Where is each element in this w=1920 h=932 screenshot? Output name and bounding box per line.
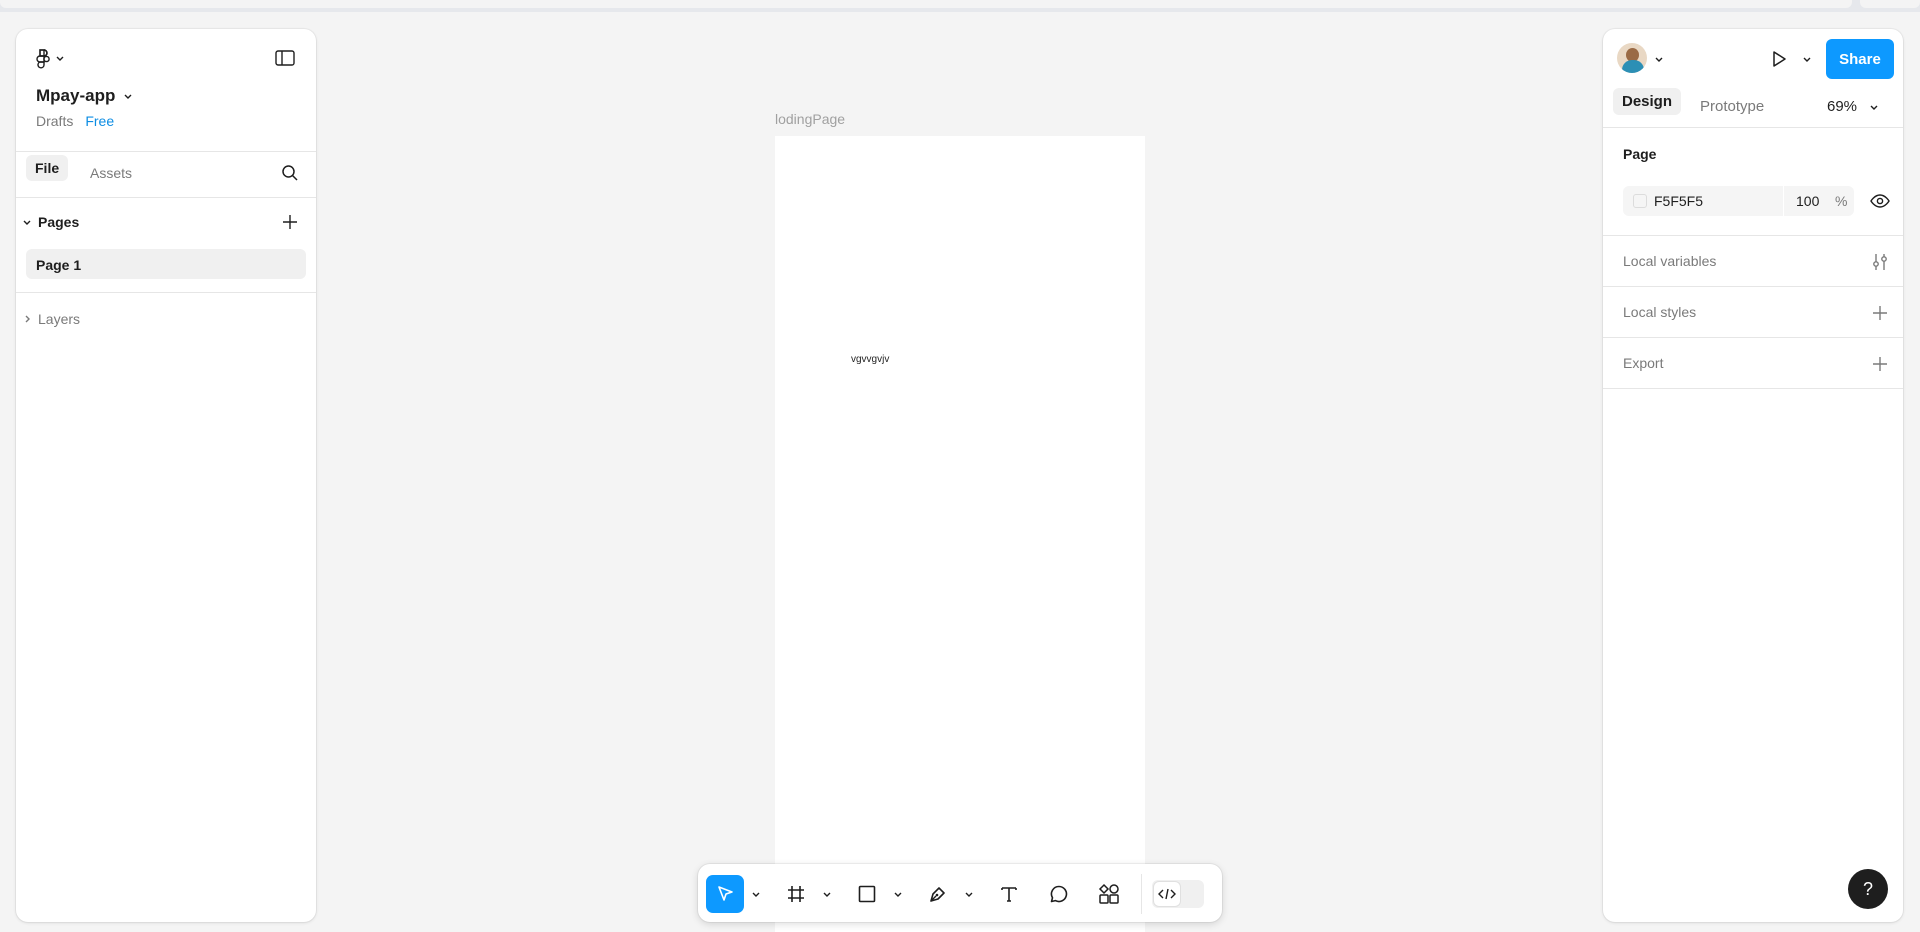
bottom-toolbar	[698, 864, 1222, 922]
chevron-down-icon	[1869, 102, 1879, 112]
variables-adjust-icon[interactable]	[1869, 251, 1891, 273]
left-sidebar: Mpay-app Drafts Free File Assets Pages P…	[16, 29, 316, 922]
chevron-down-icon	[1803, 57, 1811, 62]
chevron-right-icon	[22, 314, 32, 324]
tab-assets-label: Assets	[90, 165, 133, 181]
frame-tool-button[interactable]	[777, 875, 815, 913]
move-cursor-icon	[718, 886, 733, 901]
divider	[1603, 286, 1903, 287]
dev-mode-toggle[interactable]	[1152, 880, 1204, 908]
dev-mode-icon	[1154, 882, 1180, 906]
move-tool-button[interactable]	[706, 875, 744, 913]
pen-tool-button[interactable]	[919, 875, 957, 913]
toolbar-divider	[1141, 874, 1142, 914]
top-strip-segment	[1860, 0, 1920, 8]
actions-icon	[1098, 883, 1119, 904]
chevron-down-icon	[823, 892, 831, 897]
search-icon[interactable]	[279, 162, 301, 184]
add-export-button[interactable]	[1869, 353, 1891, 375]
file-name: Mpay-app	[36, 86, 116, 105]
page-fill-field[interactable]: F5F5F5 100 %	[1623, 186, 1854, 216]
chevron-down-icon	[752, 892, 760, 897]
plan-badge[interactable]: Free	[85, 113, 114, 129]
pages-title: Pages	[38, 214, 80, 230]
chevron-down-icon	[22, 217, 32, 227]
tab-assets[interactable]: Assets	[90, 165, 132, 183]
shape-tool-dropdown[interactable]	[892, 888, 904, 900]
export-label[interactable]: Export	[1623, 355, 1663, 371]
layers-section-header[interactable]: Layers	[22, 311, 80, 327]
local-variables-label[interactable]: Local variables	[1623, 253, 1716, 269]
fill-hex-value[interactable]: F5F5F5	[1654, 193, 1703, 209]
chevron-down-icon	[965, 892, 973, 897]
rectangle-icon	[858, 885, 876, 903]
frame-tool-dropdown[interactable]	[821, 888, 833, 900]
avatar-body	[1622, 60, 1644, 73]
divider	[16, 292, 316, 293]
chevron-down-icon	[894, 892, 902, 897]
text-tool-button[interactable]	[990, 875, 1028, 913]
tab-design[interactable]: Design	[1613, 88, 1682, 115]
visibility-toggle[interactable]	[1868, 189, 1892, 213]
pen-icon	[930, 887, 945, 902]
comment-icon	[1050, 885, 1068, 903]
opacity-unit: %	[1835, 193, 1848, 209]
divider	[16, 151, 316, 152]
divider	[1603, 337, 1903, 338]
move-tool-dropdown[interactable]	[750, 888, 762, 900]
color-swatch[interactable]	[1633, 194, 1647, 208]
tab-design-label: Design	[1613, 88, 1682, 115]
frame-name-label[interactable]: lodingPage	[775, 111, 845, 127]
present-dropdown[interactable]	[1801, 53, 1813, 65]
comment-tool-button[interactable]	[1040, 875, 1078, 913]
present-button[interactable]	[1767, 47, 1791, 71]
zoom-menu[interactable]: 69%	[1827, 98, 1879, 115]
play-icon	[1773, 51, 1786, 67]
help-button[interactable]: ?	[1848, 869, 1888, 909]
page-section-title: Page	[1623, 146, 1657, 162]
plus-icon	[1873, 357, 1887, 371]
eye-icon	[1870, 194, 1890, 208]
share-button[interactable]: Share	[1826, 39, 1894, 79]
tab-prototype[interactable]: Prototype	[1700, 98, 1764, 116]
right-sidebar: Share Design Prototype 69% Page F5F5F5 1…	[1603, 29, 1903, 922]
divider	[1603, 127, 1903, 128]
tab-file[interactable]: File	[26, 155, 69, 181]
canvas-frame[interactable]: vgvvgvjv	[775, 136, 1145, 932]
figma-logo-icon	[36, 49, 64, 69]
pages-section-header[interactable]: Pages	[22, 214, 79, 230]
frame-text-layer[interactable]: vgvvgvjv	[851, 354, 889, 365]
file-name-menu[interactable]: Mpay-app	[36, 86, 133, 106]
zoom-level: 69%	[1827, 98, 1858, 115]
local-styles-label[interactable]: Local styles	[1623, 304, 1696, 320]
page-list-item[interactable]: Page 1	[26, 249, 306, 279]
text-icon	[1001, 887, 1017, 902]
avatar[interactable]	[1617, 43, 1647, 73]
top-strip-segment	[0, 0, 1852, 8]
tab-prototype-label: Prototype	[1700, 98, 1765, 115]
chevron-down-icon	[123, 91, 133, 101]
shape-tool-button[interactable]	[848, 875, 886, 913]
frame-hash-icon	[788, 886, 804, 902]
main-menu-button[interactable]	[34, 47, 68, 69]
actions-tool-button[interactable]	[1090, 875, 1128, 913]
file-location-row: Drafts Free	[36, 113, 114, 129]
divider	[1603, 235, 1903, 236]
plus-icon	[283, 215, 297, 229]
add-page-button[interactable]	[280, 212, 300, 232]
field-separator	[1783, 186, 1784, 216]
divider	[16, 197, 316, 198]
fill-opacity-value[interactable]: 100	[1796, 193, 1819, 209]
add-style-button[interactable]	[1869, 302, 1891, 324]
sidebar-toggle-icon[interactable]	[274, 49, 296, 67]
layers-title: Layers	[38, 311, 81, 327]
tab-file-label: File	[26, 155, 69, 181]
plus-icon	[1873, 306, 1887, 320]
drafts-link[interactable]: Drafts	[36, 113, 73, 129]
page-item-label: Page 1	[36, 257, 82, 273]
pen-tool-dropdown[interactable]	[963, 888, 975, 900]
window-top-strip	[0, 0, 1920, 12]
divider	[1603, 388, 1903, 389]
chevron-down-icon[interactable]	[1653, 53, 1665, 65]
